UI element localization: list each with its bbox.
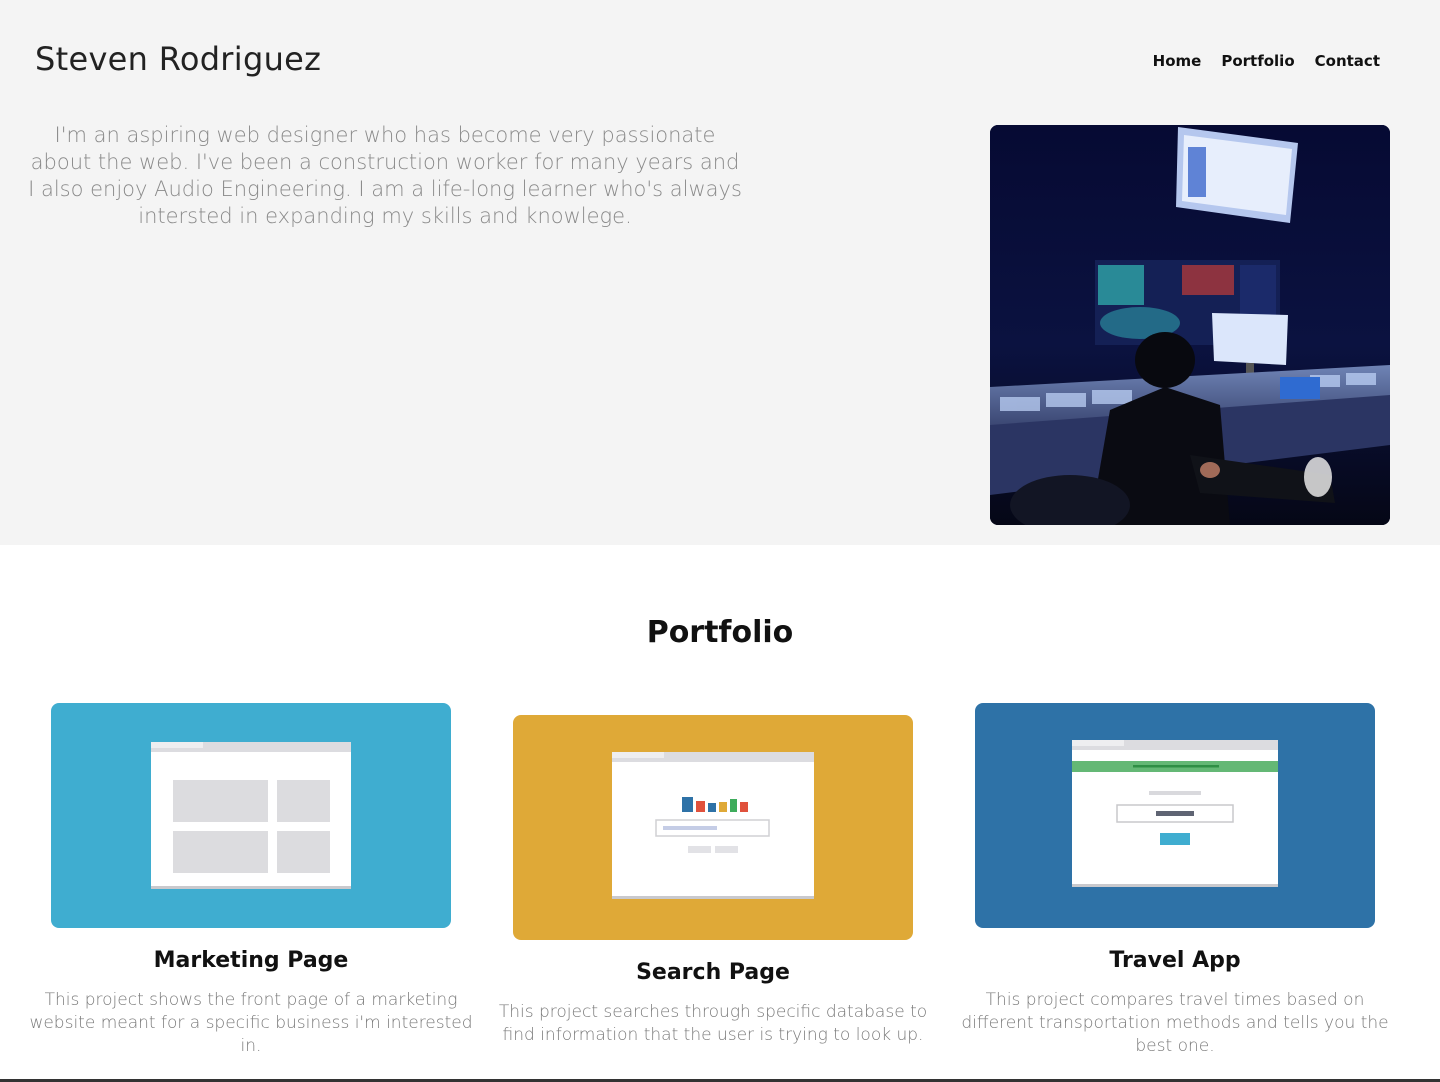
- travel-app-illustration: [1072, 740, 1278, 887]
- card-description: This project searches through specific d…: [498, 1002, 928, 1045]
- marketing-page-illustration: [151, 742, 351, 889]
- marketing-page-thumbnail[interactable]: [51, 703, 451, 928]
- travel-app-thumbnail[interactable]: [975, 703, 1375, 928]
- search-page-illustration: [612, 752, 814, 899]
- hero-section: Steven Rodriguez Home Portfolio Contact …: [0, 0, 1440, 545]
- intro-text: I'm an aspiring web designer who has bec…: [28, 123, 742, 228]
- portfolio-card-travel: Travel App This project compares travel …: [945, 703, 1405, 1058]
- search-page-thumbnail[interactable]: [513, 715, 913, 940]
- studio-photo: [990, 125, 1390, 525]
- card-title: Search Page: [636, 960, 790, 985]
- portfolio-card-marketing: Marketing Page This project shows the fr…: [21, 703, 481, 1058]
- nav-link-contact[interactable]: Contact: [1315, 52, 1380, 70]
- portfolio-heading: Portfolio: [646, 615, 794, 650]
- card-description: This project compares travel times based…: [961, 990, 1389, 1056]
- main-nav: Home Portfolio Contact: [1153, 52, 1380, 70]
- site-title: Steven Rodriguez: [35, 40, 322, 78]
- card-title: Marketing Page: [153, 948, 349, 973]
- nav-link-portfolio[interactable]: Portfolio: [1221, 52, 1294, 70]
- card-title: Travel App: [1109, 948, 1241, 973]
- nav-link-home[interactable]: Home: [1153, 52, 1202, 70]
- portfolio-card-search: Search Page This project searches throug…: [483, 715, 943, 1047]
- studio-photo-image: [990, 125, 1390, 525]
- card-description: This project shows the front page of a m…: [29, 990, 473, 1056]
